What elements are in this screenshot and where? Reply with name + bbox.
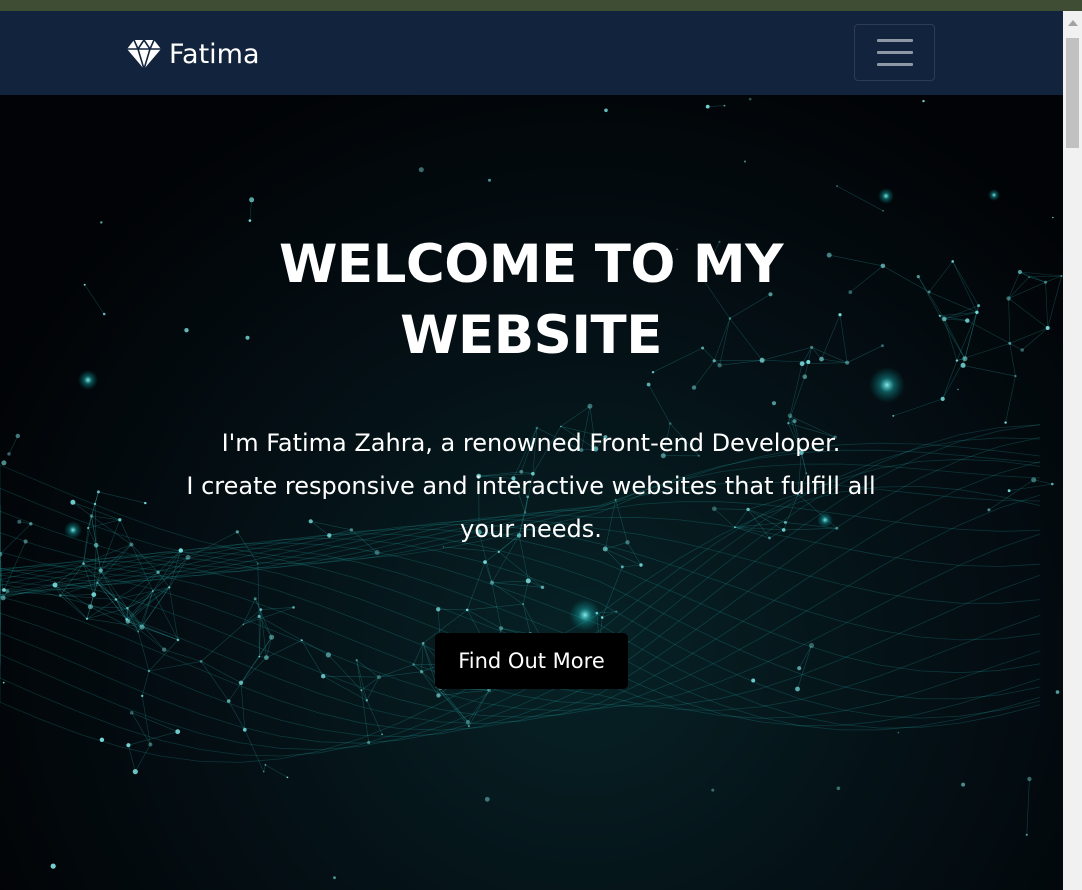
- hero-title: WELCOME TO MY WEBSITE: [278, 234, 784, 366]
- brand-name: Fatima: [169, 38, 260, 70]
- navbar-toggler-button[interactable]: [854, 24, 935, 81]
- hamburger-menu-icon: [876, 39, 913, 42]
- scroll-up-arrow-icon[interactable]: [1068, 20, 1078, 26]
- page-viewport: Fatima WELCOME TO MY WEBSITE I'm Fatima …: [0, 11, 1063, 890]
- hamburger-menu-icon-bar: [876, 51, 913, 54]
- vertical-scrollbar[interactable]: [1063, 11, 1082, 890]
- browser-top-strip: [0, 0, 1082, 11]
- hero-description-line: I create responsive and interactive webs…: [186, 472, 876, 543]
- hero-description: I'm Fatima Zahra, a renowned Front-end D…: [160, 422, 902, 551]
- hamburger-menu-icon-bar: [876, 63, 913, 66]
- gem-icon: [126, 38, 162, 72]
- hero-section: WELCOME TO MY WEBSITE I'm Fatima Zahra, …: [0, 95, 1063, 890]
- find-out-more-button[interactable]: Find Out More: [435, 633, 628, 689]
- navbar-brand-link[interactable]: Fatima: [126, 37, 260, 72]
- hero-description-line: I'm Fatima Zahra, a renowned Front-end D…: [221, 429, 841, 457]
- navbar: Fatima: [0, 11, 1063, 95]
- scrollbar-thumb[interactable]: [1066, 38, 1079, 148]
